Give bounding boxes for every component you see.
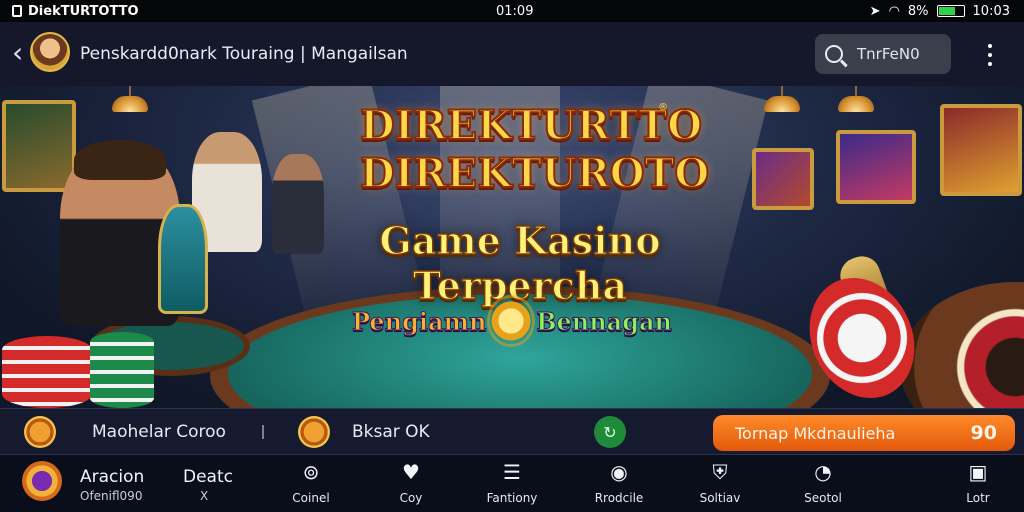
nav-item-label: Rrodcile bbox=[594, 491, 644, 505]
status-right: ➤ ◠ 8% 10:03 bbox=[870, 4, 1010, 19]
coin-icon[interactable] bbox=[24, 416, 56, 448]
info-bar: Maohelar Coroo Bksar OK ↻ Tornap Mkdnaul… bbox=[0, 408, 1024, 454]
chat-icon: ◔ bbox=[814, 460, 832, 484]
settings-icon: ▣ bbox=[968, 460, 988, 484]
brand-logo-line1: DIREKTURTTO bbox=[359, 101, 703, 150]
shield-icon: ⛨ bbox=[712, 460, 728, 484]
tagline-left: Pengiamn bbox=[351, 306, 487, 336]
page-title: Penskardd0nark Touraing | Mangailsan bbox=[80, 44, 408, 64]
avatar[interactable] bbox=[30, 32, 70, 72]
promo-button[interactable]: Tornap Mkdnaulieha 90 bbox=[713, 415, 1015, 451]
sun-emblem-icon bbox=[490, 298, 533, 344]
search-button[interactable]: TnrFeN0 bbox=[815, 34, 951, 74]
nav-item-label: Lotr bbox=[966, 491, 990, 505]
deats-sub: X bbox=[200, 489, 209, 503]
status-time-right: 10:03 bbox=[972, 3, 1010, 19]
nav-item-rrodcile[interactable]: ◉ Rrodcile bbox=[579, 459, 659, 511]
heart-icon: ♥ bbox=[402, 460, 420, 484]
promo-value: 90 bbox=[970, 422, 997, 444]
sim-icon bbox=[12, 5, 22, 17]
search-icon bbox=[825, 45, 843, 63]
nav-item-label: Coinel bbox=[292, 491, 330, 505]
info-mid-label[interactable]: Bksar OK bbox=[352, 422, 430, 442]
navigation-icon: ➤ bbox=[869, 3, 881, 19]
battery-percent: 8% bbox=[907, 3, 929, 19]
nav-item-coy[interactable]: ♥ Coy bbox=[371, 459, 451, 511]
trademark-mark: ® bbox=[658, 102, 668, 113]
user-avatar[interactable] bbox=[22, 461, 62, 501]
banner-text: DIREKTURTTO ® DIREKTUROTO Game Kasino Te… bbox=[0, 86, 1024, 408]
brand-logo-line2: DIREKTUROTO bbox=[359, 149, 710, 198]
nav-item-lotr[interactable]: ▣ Lotr bbox=[938, 459, 1018, 511]
tagline-right: Bennagan bbox=[536, 306, 673, 336]
eye-icon: ◉ bbox=[610, 460, 628, 484]
list-icon: ☰ bbox=[503, 460, 521, 484]
status-time-center: 01:09 bbox=[496, 3, 534, 19]
status-app-name: DiekTURTOTTO bbox=[28, 3, 139, 19]
status-bar: DiekTURTOTTO 01:09 ➤ ◠ 8% 10:03 bbox=[0, 0, 1024, 22]
nav-item-soltiav[interactable]: ⛨ Soltiav bbox=[680, 459, 760, 511]
search-label: TnrFeN0 bbox=[857, 45, 920, 63]
nav-item-label: Fantiony bbox=[486, 491, 538, 505]
bottom-nav: Aracion Ofenifl090 Deatc X ⊚ Coinel ♥ Co… bbox=[0, 454, 1024, 512]
nav-item-label: Soltiav bbox=[699, 491, 741, 505]
promo-label: Tornap Mkdnaulieha bbox=[735, 423, 896, 443]
app-header: ‹ Penskardd0nark Touraing | Mangailsan T… bbox=[0, 22, 1024, 86]
divider bbox=[262, 425, 264, 439]
deats-label[interactable]: Deatc bbox=[183, 467, 233, 487]
user-id: Ofenifl090 bbox=[80, 489, 143, 503]
nav-item-label: Coy bbox=[399, 491, 423, 505]
status-left: DiekTURTOTTO bbox=[12, 4, 139, 19]
banner-tagline: Pengiamn Bennagan bbox=[351, 296, 673, 346]
banner-headline: Game Kasino Terpercha bbox=[379, 217, 662, 309]
nav-item-fantiony[interactable]: ☰ Fantiony bbox=[472, 459, 552, 511]
more-options-icon[interactable] bbox=[985, 44, 995, 66]
nav-item-seotol[interactable]: ◔ Seotol bbox=[783, 459, 863, 511]
nav-item-coinel[interactable]: ⊚ Coinel bbox=[271, 459, 351, 511]
hero-banner[interactable]: DIREKTURTTO ® DIREKTUROTO Game Kasino Te… bbox=[0, 86, 1024, 408]
info-left-label[interactable]: Maohelar Coroo bbox=[92, 422, 226, 442]
refresh-icon[interactable]: ↻ bbox=[594, 416, 626, 448]
coin-icon[interactable] bbox=[298, 416, 330, 448]
back-arrow-icon[interactable]: ‹ bbox=[12, 38, 32, 70]
nav-item-label: Seotol bbox=[804, 491, 842, 505]
user-name[interactable]: Aracion bbox=[80, 467, 144, 487]
wifi-icon: ◠ bbox=[888, 3, 900, 19]
wallet-icon: ⊚ bbox=[302, 460, 320, 484]
battery-icon bbox=[936, 5, 965, 17]
